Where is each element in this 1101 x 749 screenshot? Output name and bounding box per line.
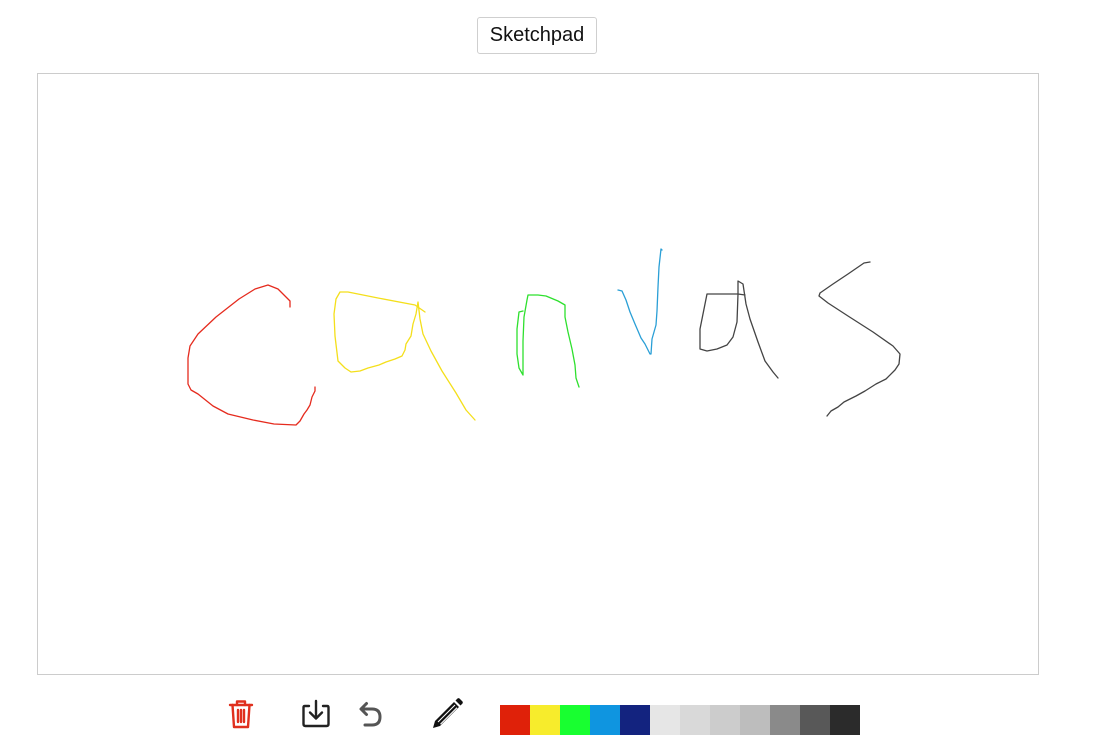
color-swatch-1[interactable] (500, 705, 530, 735)
stroke-black-s (818, 261, 901, 417)
stroke-black-a (699, 280, 779, 379)
pencil-icon (433, 698, 463, 728)
color-swatch-7[interactable] (680, 705, 710, 735)
pencil-button[interactable] (430, 697, 464, 731)
canvas-drawing-layer (187, 248, 901, 426)
clear-button[interactable] (224, 697, 258, 731)
color-swatch-5[interactable] (620, 705, 650, 735)
download-icon (302, 699, 330, 728)
color-swatch-8[interactable] (710, 705, 740, 735)
stroke-red-c (187, 284, 316, 426)
trash-icon (228, 700, 254, 729)
color-swatch-6[interactable] (650, 705, 680, 735)
drawing-canvas[interactable] (37, 73, 1039, 675)
stroke-yellow-a (333, 291, 476, 421)
stroke-blue-v (617, 248, 663, 355)
color-palette (500, 705, 860, 735)
color-swatch-11[interactable] (800, 705, 830, 735)
color-swatch-9[interactable] (740, 705, 770, 735)
color-swatch-2[interactable] (530, 705, 560, 735)
sketchpad-title-button[interactable]: Sketchpad (477, 17, 597, 54)
color-swatch-4[interactable] (590, 705, 620, 735)
color-swatch-12[interactable] (830, 705, 860, 735)
stroke-green-n (516, 294, 580, 388)
undo-button[interactable] (353, 697, 387, 731)
undo-icon (359, 702, 382, 727)
color-swatch-10[interactable] (770, 705, 800, 735)
color-swatch-3[interactable] (560, 705, 590, 735)
download-button[interactable] (299, 697, 333, 731)
